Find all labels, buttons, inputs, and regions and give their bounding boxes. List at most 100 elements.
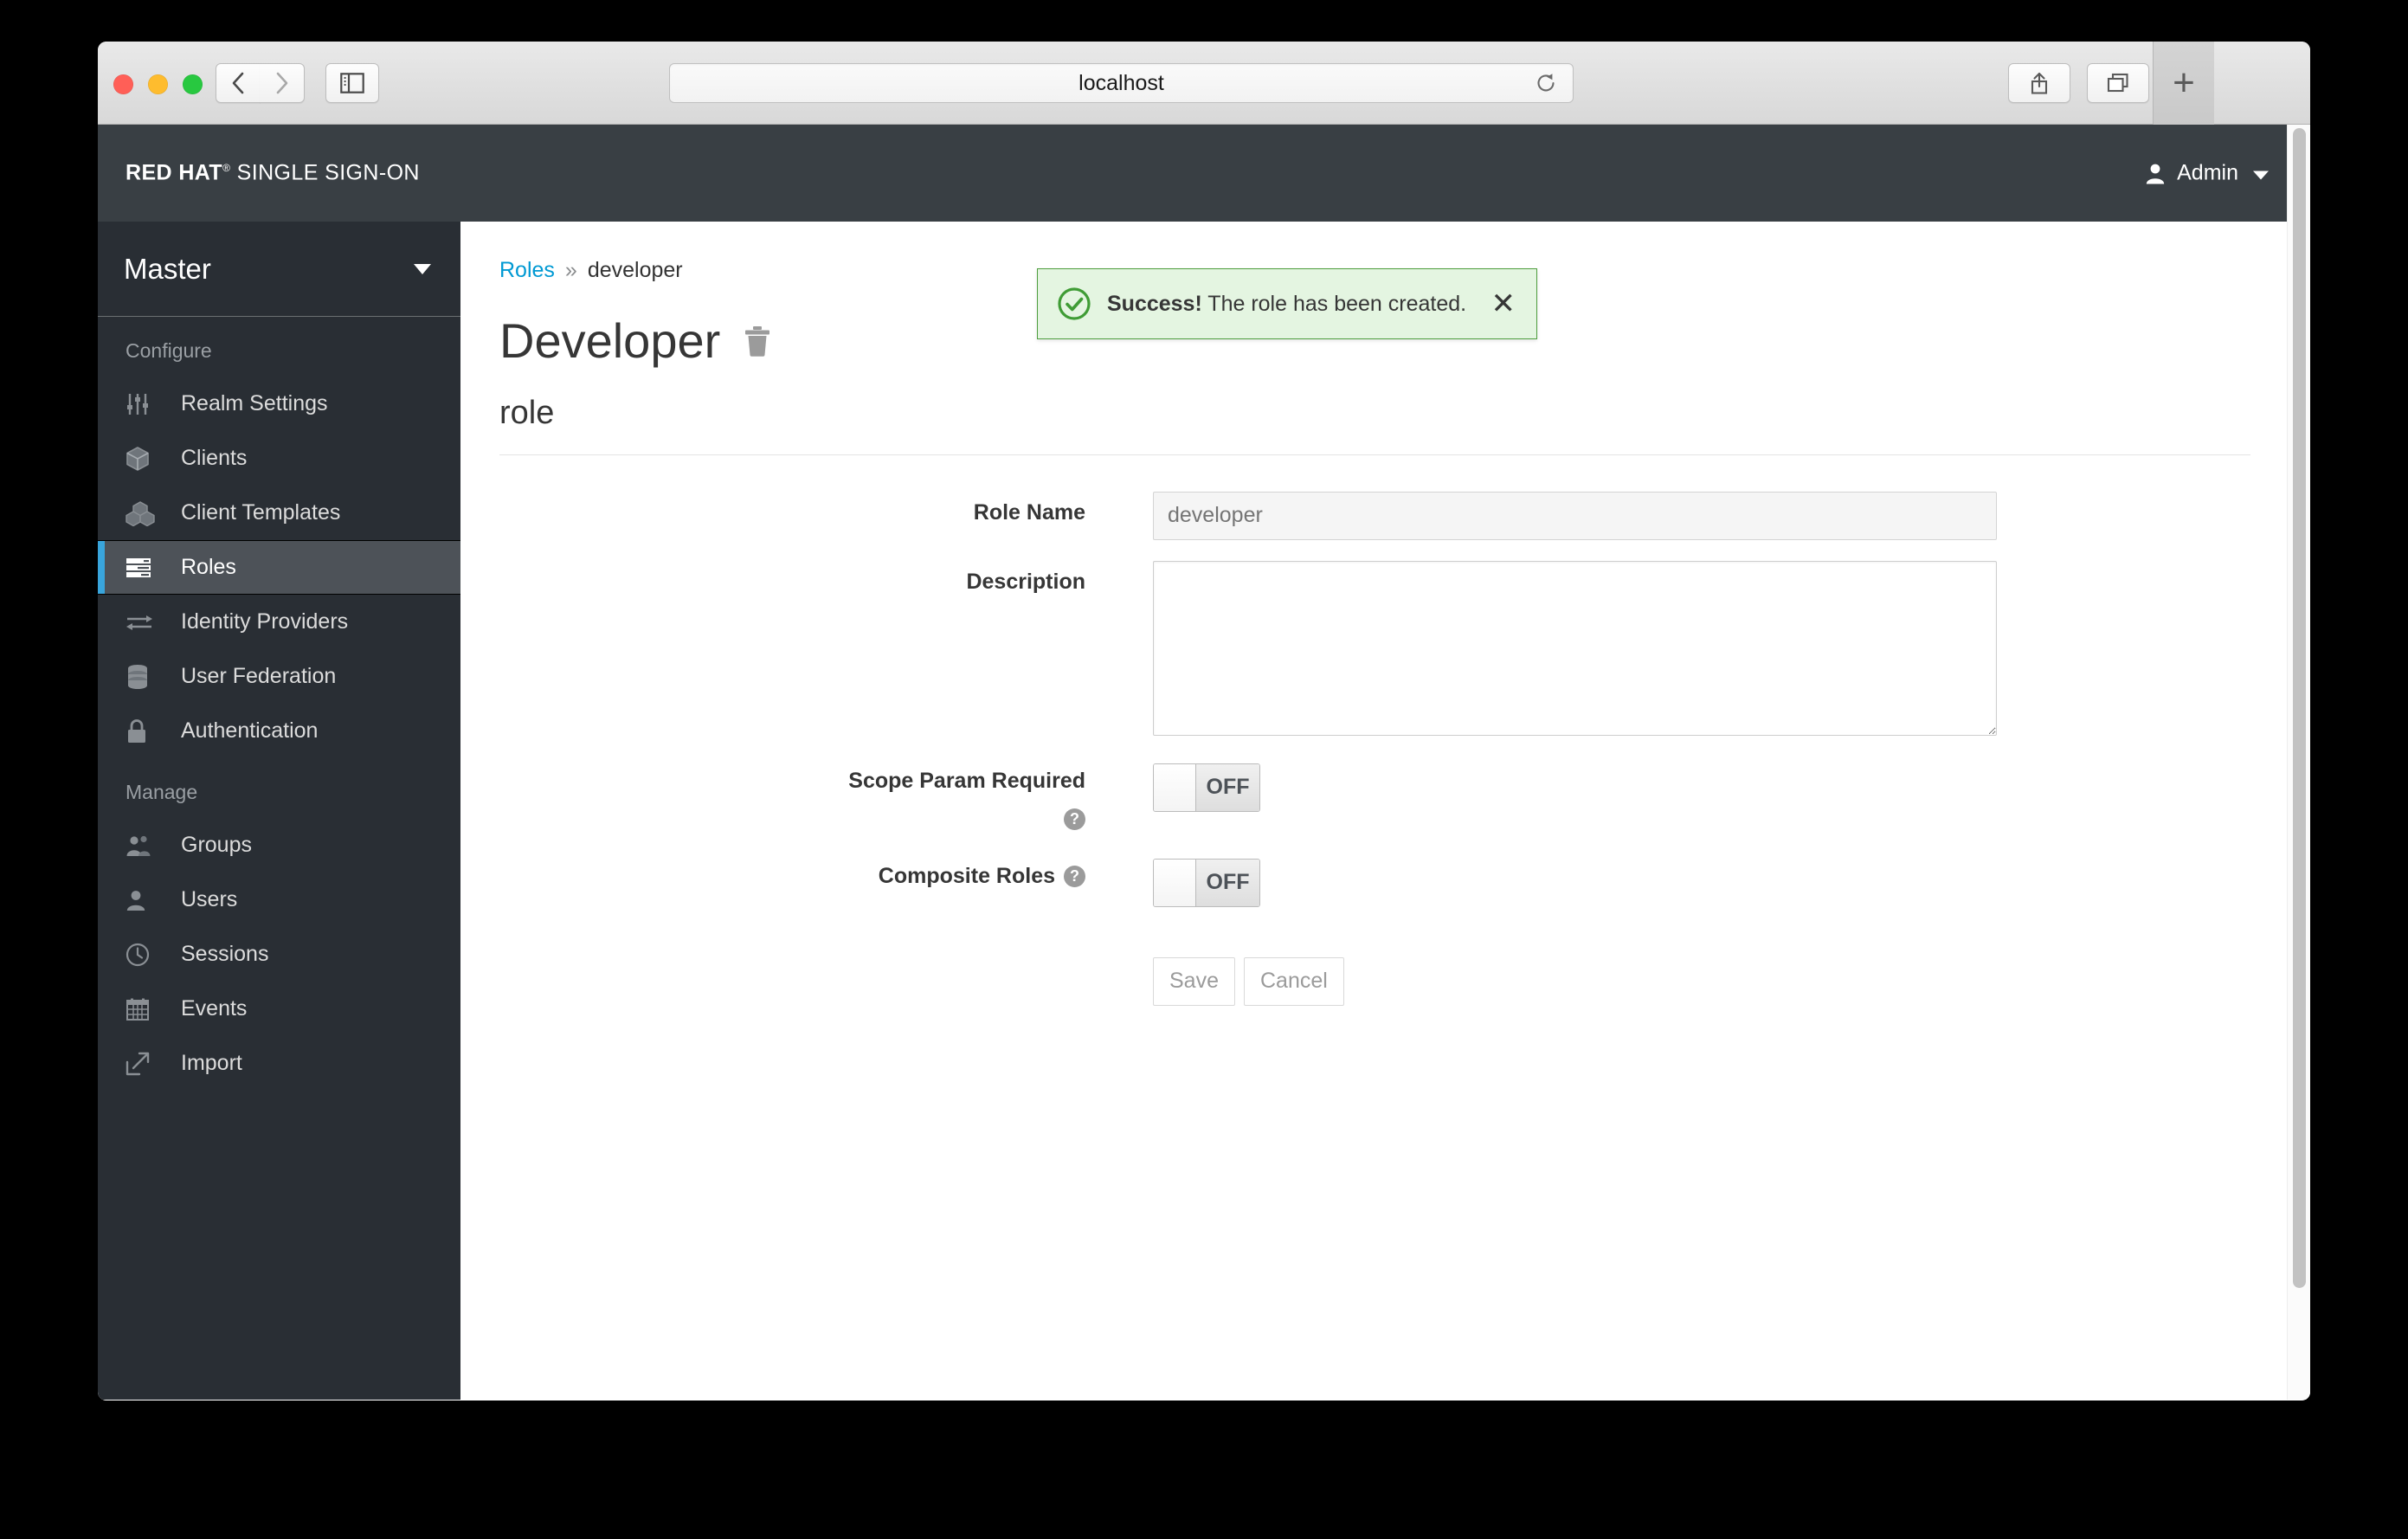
minimize-window-button[interactable] xyxy=(148,74,168,94)
composite-roles-label-wrap: Composite Roles ? xyxy=(460,859,1153,889)
scope-param-required-label: Scope Param Required xyxy=(848,768,1085,793)
sidebar-item-label: Events xyxy=(181,996,248,1021)
sidebar-item-client-templates[interactable]: Client Templates xyxy=(98,486,460,540)
tab-overview-button[interactable] xyxy=(2087,63,2149,103)
user-name: Admin xyxy=(2177,160,2238,185)
sidebar-item-import[interactable]: Import xyxy=(98,1036,460,1091)
user-icon xyxy=(126,889,162,911)
scope-param-required-toggle[interactable]: OFF xyxy=(1153,763,1260,812)
share-button[interactable] xyxy=(2008,63,2070,103)
help-icon[interactable]: ? xyxy=(1064,808,1085,830)
sidebar-item-label: Import xyxy=(181,1051,242,1075)
realm-name: Master xyxy=(124,252,211,285)
save-button[interactable]: Save xyxy=(1153,956,1235,1006)
sidebar-item-label: Clients xyxy=(181,446,248,470)
toggle-state: OFF xyxy=(1196,859,1259,906)
sidebar-item-groups[interactable]: Groups xyxy=(98,818,460,873)
rows-icon xyxy=(126,557,162,579)
role-form: Role Name Description Scope Param Requir… xyxy=(460,491,2310,1006)
chevron-left-icon xyxy=(232,72,244,94)
back-button[interactable] xyxy=(216,63,261,103)
sidebar-icon xyxy=(340,73,364,93)
users-group-icon xyxy=(126,834,162,857)
brand-registered-mark: ® xyxy=(222,162,231,175)
sidebar-item-label: Sessions xyxy=(181,942,269,966)
form-row-role-name: Role Name xyxy=(460,491,2310,540)
content-area: Roles » developer Developer role Role Name xyxy=(460,222,2310,1400)
realm-selector[interactable]: Master xyxy=(98,222,460,317)
page-scrollbar[interactable] xyxy=(2287,125,2310,1400)
composite-roles-label: Composite Roles xyxy=(878,863,1055,888)
help-icon[interactable]: ? xyxy=(1064,865,1085,887)
browser-window: localhost + RED HAT® SINGLE SIGN-ON Admi… xyxy=(98,42,2310,1401)
user-menu[interactable]: Admin xyxy=(2145,161,2269,186)
sidebar-item-label: Realm Settings xyxy=(181,391,328,415)
sidebar-item-realm-settings[interactable]: Realm Settings xyxy=(98,377,460,431)
cubes-icon xyxy=(126,500,162,526)
calendar-icon xyxy=(126,997,162,1021)
clock-icon xyxy=(126,943,162,967)
sidebar-item-clients[interactable]: Clients xyxy=(98,431,460,486)
scrollbar-thumb[interactable] xyxy=(2293,128,2306,1288)
sidebar-item-identity-providers[interactable]: Identity Providers xyxy=(98,595,460,649)
database-icon xyxy=(126,664,162,690)
chevron-right-icon xyxy=(276,72,287,94)
sidebar-item-label: Authentication xyxy=(181,718,319,743)
actions-spacer xyxy=(460,957,1153,966)
composite-roles-toggle[interactable]: OFF xyxy=(1153,858,1260,907)
sliders-icon xyxy=(126,393,162,415)
window-traffic-lights xyxy=(113,74,203,94)
section-subheading: role xyxy=(499,394,555,431)
toggle-state: OFF xyxy=(1196,763,1259,811)
maximize-window-button[interactable] xyxy=(183,74,203,94)
nav-section-manage-label: Manage xyxy=(126,781,198,803)
form-row-description: Description xyxy=(460,560,2310,736)
sidebar: Master Configure Realm Settings Clients … xyxy=(98,222,460,1400)
address-bar[interactable]: localhost xyxy=(669,63,1574,103)
description-input[interactable] xyxy=(1153,560,1997,736)
sidebar-toggle-button[interactable] xyxy=(325,63,379,103)
section-divider xyxy=(499,454,2250,455)
sidebar-item-roles[interactable]: Roles xyxy=(98,540,460,595)
form-row-actions: Save Cancel xyxy=(460,956,2310,1006)
exchange-arrows-icon xyxy=(126,612,162,633)
user-icon xyxy=(2145,162,2166,184)
alert-strong: Success! xyxy=(1107,291,1202,316)
tabs-icon xyxy=(2107,73,2128,93)
sidebar-item-users[interactable]: Users xyxy=(98,873,460,927)
role-name-label: Role Name xyxy=(973,499,1085,525)
form-row-scope-param-required: Scope Param Required ? OFF xyxy=(460,763,2310,831)
address-text: localhost xyxy=(1078,70,1164,95)
sidebar-item-user-federation[interactable]: User Federation xyxy=(98,649,460,704)
breadcrumb-link-roles[interactable]: Roles xyxy=(499,258,555,282)
alert-body: The role has been created. xyxy=(1207,291,1467,316)
toggle-knob xyxy=(1154,763,1196,811)
close-window-button[interactable] xyxy=(113,74,133,94)
sidebar-item-authentication[interactable]: Authentication xyxy=(98,704,460,758)
browser-toolbar: localhost + xyxy=(98,42,2310,125)
cancel-button[interactable]: Cancel xyxy=(1243,956,1344,1006)
import-arrow-icon xyxy=(126,1052,162,1076)
nav-section-configure-label: Configure xyxy=(126,339,212,362)
check-circle-icon xyxy=(1057,287,1091,321)
page-title: Developer xyxy=(499,313,721,368)
share-icon xyxy=(2031,72,2048,94)
sidebar-item-sessions[interactable]: Sessions xyxy=(98,927,460,982)
chevron-down-icon xyxy=(2253,171,2269,179)
forward-button[interactable] xyxy=(260,63,305,103)
sidebar-item-events[interactable]: Events xyxy=(98,982,460,1036)
trash-icon[interactable] xyxy=(743,325,772,357)
brand-rest: SINGLE SIGN-ON xyxy=(236,160,420,185)
sidebar-item-label: User Federation xyxy=(181,664,337,688)
alert-message: Success! The role has been created. xyxy=(1107,292,1474,317)
toggle-knob xyxy=(1154,859,1196,906)
role-name-input[interactable] xyxy=(1153,491,1997,540)
chevron-down-icon xyxy=(414,263,431,274)
sidebar-item-label: Users xyxy=(181,887,238,911)
close-icon[interactable]: ✕ xyxy=(1490,289,1518,319)
new-tab-button[interactable]: + xyxy=(2153,42,2214,125)
new-tab-label: + xyxy=(2173,61,2195,104)
cube-icon xyxy=(126,446,162,472)
description-label: Description xyxy=(966,569,1085,594)
reload-icon[interactable] xyxy=(1535,72,1557,94)
